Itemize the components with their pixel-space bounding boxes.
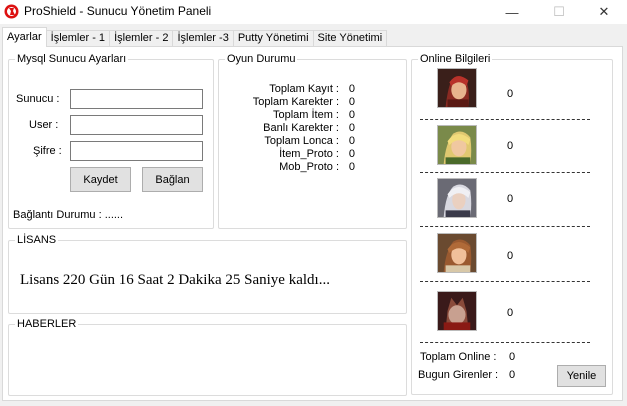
- close-button[interactable]: ✕: [581, 0, 627, 24]
- stat-label: Toplam Lonca :: [264, 135, 339, 147]
- online-group-title: Online Bilgileri: [418, 53, 493, 65]
- stat-value: 0: [348, 161, 355, 173]
- online-count-kurian: 0: [507, 307, 514, 319]
- stat-label: Toplam Karekter :: [252, 96, 339, 108]
- divider: [420, 226, 590, 227]
- save-button[interactable]: Kaydet: [70, 167, 131, 192]
- stat-row: Toplam İtem : 0: [219, 109, 359, 122]
- password-input[interactable]: [70, 141, 203, 161]
- today-logins-label: Bugun Girenler :: [418, 369, 499, 381]
- stat-row: Toplam Lonca : 0: [219, 135, 359, 148]
- window-client-area: Ayarlar İşlemler - 1 İşlemler - 2 İşleml…: [0, 24, 627, 406]
- license-group-title: LİSANS: [15, 234, 59, 246]
- stat-value: 0: [348, 109, 355, 121]
- tab-islemler-2[interactable]: İşlemler - 2: [109, 30, 174, 47]
- divider: [420, 119, 590, 120]
- tab-putty-yonetimi[interactable]: Putty Yönetimi: [232, 30, 314, 47]
- tab-islemler-1[interactable]: İşlemler - 1: [45, 30, 111, 47]
- online-count-priest: 0: [507, 250, 514, 262]
- tab-strip: Ayarlar İşlemler - 1 İşlemler - 2 İşleml…: [2, 27, 388, 47]
- stat-value: 0: [348, 83, 355, 95]
- stat-label: Mob_Proto :: [279, 161, 339, 173]
- online-count-mage: 0: [507, 193, 514, 205]
- stat-row: Mob_Proto : 0: [219, 161, 359, 174]
- online-count-rogue: 0: [507, 140, 514, 152]
- today-logins-value: 0: [509, 369, 516, 381]
- tab-ayarlar[interactable]: Ayarlar: [2, 27, 47, 47]
- online-info-group: Online Bilgileri 0 0 0 0 0 Toplam Online…: [411, 53, 613, 395]
- mage-portrait-icon: [437, 178, 477, 218]
- password-label: Şifre :: [33, 145, 62, 157]
- game-status-group: Oyun Durumu Toplam Kayıt : 0 Toplam Karek…: [218, 53, 407, 229]
- stat-row: Toplam Kayıt : 0: [219, 83, 359, 96]
- stat-label: Toplam İtem :: [272, 109, 339, 121]
- connection-status: Bağlantı Durumu : ......: [13, 209, 124, 221]
- stat-value: 0: [348, 148, 355, 160]
- maximize-button[interactable]: ☐: [536, 0, 582, 24]
- stat-value: 0: [348, 96, 355, 108]
- priest-portrait-icon: [437, 233, 477, 273]
- total-online-label: Toplam Online :: [420, 351, 497, 363]
- stat-value: 0: [348, 122, 355, 134]
- tab-site-yonetimi[interactable]: Site Yönetimi: [312, 30, 388, 47]
- stat-label: İtem_Proto :: [279, 148, 339, 160]
- user-input[interactable]: [70, 115, 203, 135]
- shield-app-icon: [4, 4, 19, 19]
- minimize-button[interactable]: —: [489, 0, 535, 24]
- news-group-title: HABERLER: [15, 318, 79, 330]
- online-count-warrior: 0: [507, 88, 514, 100]
- stat-value: 0: [348, 135, 355, 147]
- license-group: LİSANS Lisans 220 Gün 16 Saat 2 Dakika 2…: [8, 234, 407, 314]
- game-group-title: Oyun Durumu: [225, 53, 298, 65]
- total-online-value: 0: [509, 351, 516, 363]
- mysql-group-title: Mysql Sunucu Ayarları: [15, 53, 129, 65]
- warrior-portrait-icon: [437, 68, 477, 108]
- divider: [420, 342, 590, 343]
- server-label: Sunucu :: [16, 93, 60, 105]
- stat-label: Toplam Kayıt :: [269, 83, 339, 95]
- stat-row: Banlı Karekter : 0: [219, 122, 359, 135]
- rogue-portrait-icon: [437, 125, 477, 165]
- kurian-portrait-icon: [437, 291, 477, 331]
- stat-label: Banlı Karekter :: [263, 122, 339, 134]
- divider: [420, 281, 590, 282]
- user-label: User :: [29, 119, 59, 131]
- tab-islemler-3[interactable]: İşlemler -3: [172, 30, 234, 47]
- server-input[interactable]: [70, 89, 203, 109]
- stat-row: Toplam Karekter : 0: [219, 96, 359, 109]
- mysql-settings-group: Mysql Sunucu Ayarları Sunucu : User : Şi…: [8, 53, 214, 229]
- connect-button[interactable]: Bağlan: [142, 167, 203, 192]
- window-title: ProShield - Sunucu Yönetim Paneli: [24, 4, 212, 18]
- license-remaining-text: Lisans 220 Gün 16 Saat 2 Dakika 25 Saniy…: [20, 272, 330, 288]
- title-bar: ProShield - Sunucu Yönetim Paneli — ☐ ✕: [0, 0, 627, 24]
- settings-tab-page: Mysql Sunucu Ayarları Sunucu : User : Şi…: [2, 46, 623, 401]
- refresh-button[interactable]: Yenile: [557, 365, 606, 387]
- divider: [420, 172, 590, 173]
- stat-row: İtem_Proto : 0: [219, 148, 359, 161]
- news-group: HABERLER: [8, 318, 407, 396]
